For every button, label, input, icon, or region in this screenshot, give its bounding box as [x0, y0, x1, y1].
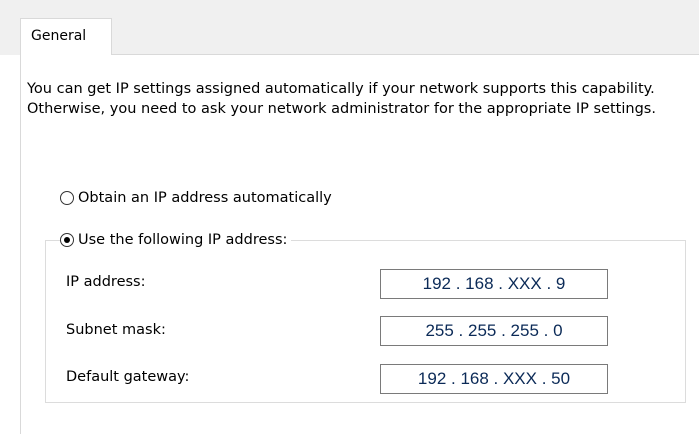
default-gateway-label: Default gateway:: [66, 369, 190, 385]
radio-use-following-label[interactable]: Use the following IP address:: [78, 232, 287, 248]
radio-button-unchecked-icon[interactable]: [60, 191, 74, 205]
description-text: You can get IP settings assigned automat…: [27, 81, 656, 117]
radio-obtain-automatically[interactable]: Obtain an IP address automatically: [60, 190, 336, 206]
radio-obtain-label[interactable]: Obtain an IP address automatically: [78, 190, 332, 206]
subnet-mask-label: Subnet mask:: [66, 322, 166, 338]
ip-address-label: IP address:: [66, 274, 146, 290]
radio-use-following[interactable]: Use the following IP address:: [60, 232, 292, 248]
subnet-mask-input[interactable]: 255 . 255 . 255 . 0: [380, 316, 608, 346]
radio-button-checked-icon[interactable]: [60, 233, 74, 247]
ip-address-input[interactable]: 192 . 168 . XXX . 9: [380, 269, 608, 299]
tab-general[interactable]: General: [20, 18, 112, 55]
default-gateway-input[interactable]: 192 . 168 . XXX . 50: [380, 364, 608, 394]
